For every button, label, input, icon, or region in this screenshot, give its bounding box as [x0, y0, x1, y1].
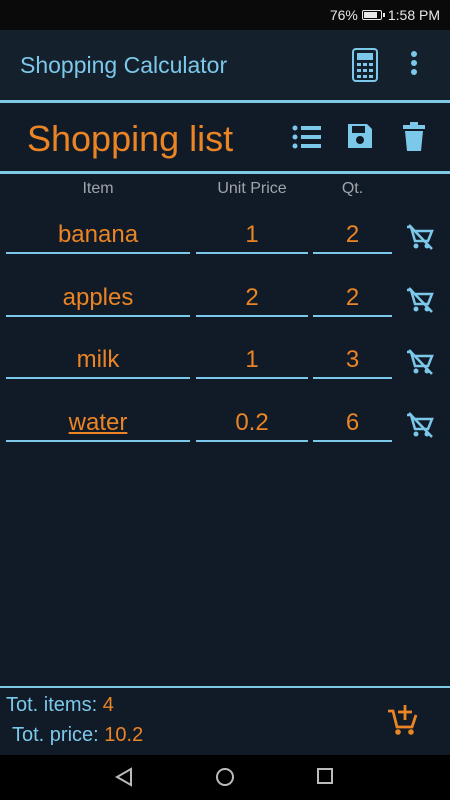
calculator-icon[interactable] [352, 48, 378, 87]
column-header-item: Item [82, 180, 114, 197]
quantity-field[interactable]: 2 [313, 212, 392, 254]
unit-price-field[interactable]: 2 [196, 275, 308, 317]
home-icon[interactable] [215, 767, 235, 792]
list-header: Shopping list [0, 103, 450, 171]
recents-icon[interactable] [316, 767, 334, 790]
item-name-field[interactable]: milk [6, 337, 190, 379]
total-price-value: 10.2 [104, 724, 144, 746]
clock: 1:58 PM [387, 7, 440, 23]
quantity-field[interactable]: 2 [313, 275, 392, 317]
remove-from-cart-icon[interactable] [405, 224, 435, 255]
delete-icon[interactable] [402, 122, 426, 157]
total-items: Tot. items: 4 [6, 694, 114, 717]
item-name-text: water [68, 409, 128, 436]
list-row: banana 1 2 [0, 212, 450, 274]
remove-from-cart-icon[interactable] [405, 287, 435, 318]
item-name-field[interactable]: banana [6, 212, 190, 254]
total-items-label: Tot. items: [6, 694, 98, 716]
more-vert-icon[interactable] [410, 50, 418, 83]
battery-percent: 76% [329, 7, 358, 23]
item-name-field[interactable]: water [6, 400, 190, 442]
app-bar: Shopping Calculator [0, 30, 450, 100]
list-row: water 0.2 6 [0, 400, 450, 462]
total-price: Tot. price: 10.2 [12, 724, 143, 747]
list-icon[interactable] [292, 124, 322, 155]
remove-from-cart-icon[interactable] [405, 349, 435, 380]
divider [0, 171, 450, 174]
unit-price-field[interactable]: 1 [196, 337, 308, 379]
remove-from-cart-icon[interactable] [405, 412, 435, 443]
totals-panel: Tot. items: 4 Tot. price: 10.2 [0, 688, 450, 754]
quantity-field[interactable]: 6 [313, 400, 392, 442]
list-row: milk 1 3 [0, 337, 450, 399]
battery-icon [361, 10, 385, 20]
list-title: Shopping list [27, 118, 234, 159]
column-header-qty: Qt. [341, 180, 364, 197]
back-icon[interactable] [114, 767, 134, 792]
status-bar: 76% 1:58 PM [0, 0, 450, 30]
save-icon[interactable] [346, 122, 374, 155]
total-items-value: 4 [102, 694, 114, 716]
app-title: Shopping Calculator [20, 52, 228, 78]
item-name-field[interactable]: apples [6, 275, 190, 317]
unit-price-field[interactable]: 0.2 [196, 400, 308, 442]
system-nav-bar [0, 755, 450, 800]
add-to-cart-icon[interactable] [386, 703, 420, 742]
list-row: apples 2 2 [0, 275, 450, 337]
column-header-unit-price: Unit Price [217, 180, 287, 197]
total-price-label: Tot. price: [12, 724, 99, 746]
unit-price-field[interactable]: 1 [196, 212, 308, 254]
quantity-field[interactable]: 3 [313, 337, 392, 379]
